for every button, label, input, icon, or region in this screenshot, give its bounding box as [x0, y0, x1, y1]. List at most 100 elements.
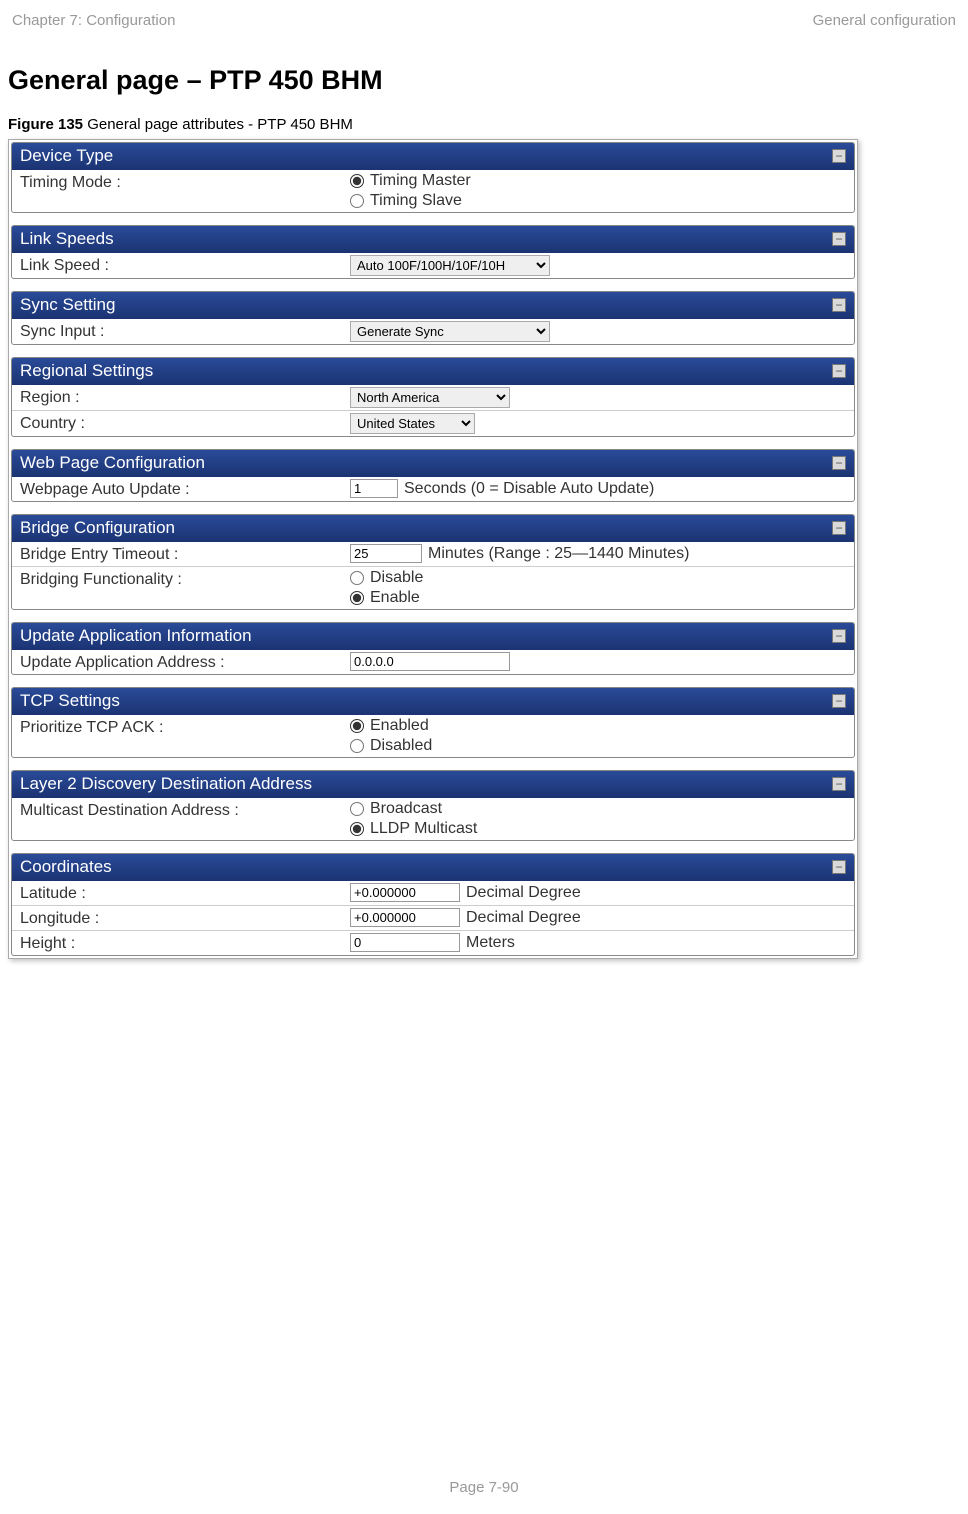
panel-header: Update Application Information − — [12, 623, 854, 650]
label-country: Country : — [20, 413, 350, 433]
label-multicast: Multicast Destination Address : — [20, 800, 350, 820]
label-timing-mode: Timing Mode : — [20, 172, 350, 192]
row-timing-mode: Timing Mode : Timing Master Timing Slave — [12, 170, 854, 212]
input-height[interactable] — [350, 933, 460, 952]
label-region: Region : — [20, 387, 350, 407]
label-tcp-ack: Prioritize TCP ACK : — [20, 717, 350, 737]
panel-header: Link Speeds − — [12, 226, 854, 253]
panel-header: Sync Setting − — [12, 292, 854, 319]
header-left: Chapter 7: Configuration — [12, 12, 175, 29]
label-height: Height : — [20, 933, 350, 953]
figure-caption: Figure 135 General page attributes - PTP… — [8, 116, 960, 139]
suffix-bridge-timeout: Minutes (Range : 25—1440 Minutes) — [428, 545, 689, 563]
suffix-latitude: Decimal Degree — [466, 884, 581, 902]
panel-bridge: Bridge Configuration − Bridge Entry Time… — [11, 514, 855, 610]
row-latitude: Latitude : Decimal Degree — [12, 881, 854, 905]
label-latitude: Latitude : — [20, 883, 350, 903]
suffix-auto-update: Seconds (0 = Disable Auto Update) — [404, 480, 654, 498]
panel-webpage: Web Page Configuration − Webpage Auto Up… — [11, 449, 855, 502]
panel-regional: Regional Settings − Region : North Ameri… — [11, 357, 855, 437]
page-title: General page – PTP 450 BHM — [8, 47, 960, 116]
collapse-icon[interactable]: − — [832, 149, 846, 163]
radio-bridge-disable[interactable]: Disable — [350, 569, 423, 587]
collapse-icon[interactable]: − — [832, 298, 846, 312]
collapse-icon[interactable]: − — [832, 694, 846, 708]
collapse-icon[interactable]: − — [832, 521, 846, 535]
select-link-speed[interactable]: Auto 100F/100H/10F/10H — [350, 255, 550, 276]
select-sync-input[interactable]: Generate Sync — [350, 321, 550, 342]
panel-title: Web Page Configuration — [20, 453, 205, 473]
panel-header: TCP Settings − — [12, 688, 854, 715]
panel-title: TCP Settings — [20, 691, 120, 711]
row-update-address: Update Application Address : — [12, 650, 854, 674]
row-tcp-ack: Prioritize TCP ACK : Enabled Disabled — [12, 715, 854, 757]
page-header: Chapter 7: Configuration General configu… — [0, 12, 968, 47]
label-link-speed: Link Speed : — [20, 255, 350, 275]
radio-timing-master[interactable]: Timing Master — [350, 172, 471, 190]
input-latitude[interactable] — [350, 883, 460, 902]
collapse-icon[interactable]: − — [832, 456, 846, 470]
row-country: Country : United States — [12, 410, 854, 436]
panel-title: Device Type — [20, 146, 113, 166]
panel-title: Regional Settings — [20, 361, 153, 381]
label-sync-input: Sync Input : — [20, 321, 350, 341]
radio-broadcast[interactable]: Broadcast — [350, 800, 477, 818]
panel-header: Regional Settings − — [12, 358, 854, 385]
row-bridge-timeout: Bridge Entry Timeout : Minutes (Range : … — [12, 542, 854, 566]
panel-layer2: Layer 2 Discovery Destination Address − … — [11, 770, 855, 841]
figure-text: General page attributes - PTP 450 BHM — [83, 116, 353, 133]
radio-tcp-enabled[interactable]: Enabled — [350, 717, 432, 735]
page-footer: Page 7-90 — [0, 1479, 968, 1496]
panel-header: Layer 2 Discovery Destination Address − — [12, 771, 854, 798]
panel-device-type: Device Type − Timing Mode : Timing Maste… — [11, 142, 855, 213]
panel-title: Sync Setting — [20, 295, 115, 315]
collapse-icon[interactable]: − — [832, 232, 846, 246]
row-link-speed: Link Speed : Auto 100F/100H/10F/10H — [12, 253, 854, 278]
input-update-address[interactable] — [350, 652, 510, 671]
radio-tcp-disabled[interactable]: Disabled — [350, 737, 432, 755]
panel-title: Layer 2 Discovery Destination Address — [20, 774, 312, 794]
input-bridge-timeout[interactable] — [350, 544, 422, 563]
row-sync-input: Sync Input : Generate Sync — [12, 319, 854, 344]
row-multicast: Multicast Destination Address : Broadcas… — [12, 798, 854, 840]
radio-lldp[interactable]: LLDP Multicast — [350, 820, 477, 838]
header-right: General configuration — [813, 12, 956, 29]
label-update-address: Update Application Address : — [20, 652, 350, 672]
panel-title: Bridge Configuration — [20, 518, 175, 538]
panel-header: Device Type − — [12, 143, 854, 170]
row-region: Region : North America — [12, 385, 854, 410]
select-country[interactable]: United States — [350, 413, 475, 434]
panel-title: Update Application Information — [20, 626, 252, 646]
row-longitude: Longitude : Decimal Degree — [12, 905, 854, 930]
row-bridge-func: Bridging Functionality : Disable Enable — [12, 566, 854, 609]
select-region[interactable]: North America — [350, 387, 510, 408]
radio-timing-slave[interactable]: Timing Slave — [350, 192, 471, 210]
panel-title: Link Speeds — [20, 229, 114, 249]
panel-link-speeds: Link Speeds − Link Speed : Auto 100F/100… — [11, 225, 855, 279]
panel-tcp: TCP Settings − Prioritize TCP ACK : Enab… — [11, 687, 855, 758]
figure-label: Figure 135 — [8, 116, 83, 133]
collapse-icon[interactable]: − — [832, 777, 846, 791]
panel-update-app: Update Application Information − Update … — [11, 622, 855, 675]
input-longitude[interactable] — [350, 908, 460, 927]
collapse-icon[interactable]: − — [832, 364, 846, 378]
panel-header: Web Page Configuration − — [12, 450, 854, 477]
input-auto-update[interactable] — [350, 479, 398, 498]
row-height: Height : Meters — [12, 930, 854, 955]
label-longitude: Longitude : — [20, 908, 350, 928]
collapse-icon[interactable]: − — [832, 860, 846, 874]
row-auto-update: Webpage Auto Update : Seconds (0 = Disab… — [12, 477, 854, 501]
label-bridge-timeout: Bridge Entry Timeout : — [20, 544, 350, 564]
panel-header: Bridge Configuration − — [12, 515, 854, 542]
label-auto-update: Webpage Auto Update : — [20, 479, 350, 499]
config-screenshot: Device Type − Timing Mode : Timing Maste… — [8, 139, 858, 959]
panel-header: Coordinates − — [12, 854, 854, 881]
label-bridge-func: Bridging Functionality : — [20, 569, 350, 589]
suffix-height: Meters — [466, 934, 515, 952]
radio-bridge-enable[interactable]: Enable — [350, 589, 423, 607]
panel-sync-setting: Sync Setting − Sync Input : Generate Syn… — [11, 291, 855, 345]
panel-title: Coordinates — [20, 857, 112, 877]
panel-coordinates: Coordinates − Latitude : Decimal Degree … — [11, 853, 855, 956]
collapse-icon[interactable]: − — [832, 629, 846, 643]
suffix-longitude: Decimal Degree — [466, 909, 581, 927]
